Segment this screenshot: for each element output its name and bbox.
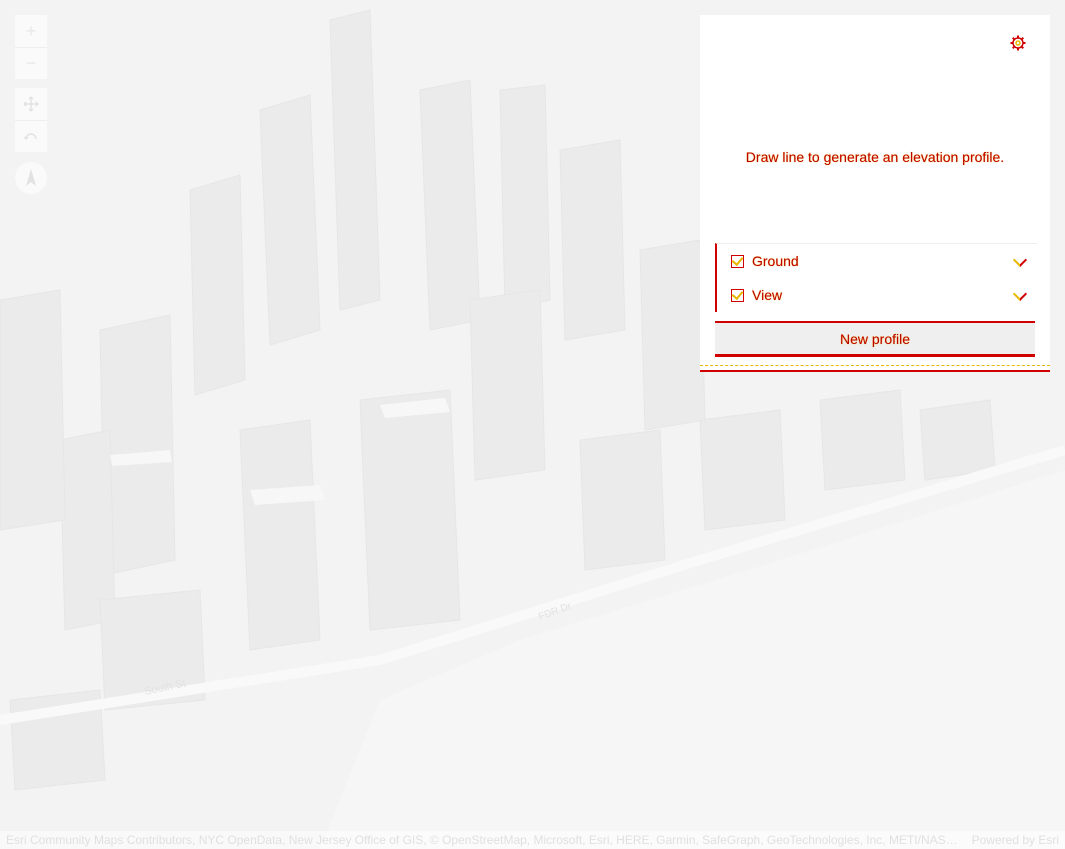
- view-checkbox[interactable]: [731, 288, 744, 302]
- gear-icon: [1010, 35, 1026, 51]
- navigation-toggle: [15, 88, 47, 152]
- profile-label-view: View: [752, 287, 783, 303]
- profile-label-ground: Ground: [752, 253, 799, 269]
- attribution-text[interactable]: Esri Community Maps Contributors, NYC Op…: [6, 833, 960, 847]
- elevation-profile-hint: Draw line to generate an elevation profi…: [745, 149, 1005, 165]
- rotate-button[interactable]: [15, 120, 47, 152]
- elevation-profile-panel: Draw line to generate an elevation profi…: [700, 15, 1050, 372]
- move-icon: [23, 96, 39, 112]
- ground-checkbox[interactable]: [731, 254, 744, 268]
- profile-list: Ground View: [715, 243, 1037, 312]
- chevron-down-icon[interactable]: [1012, 286, 1028, 302]
- profile-row-ground[interactable]: Ground: [717, 244, 1037, 278]
- pan-button[interactable]: [15, 88, 47, 120]
- zoom-controls: + −: [15, 15, 47, 79]
- zoom-out-button[interactable]: −: [15, 47, 47, 79]
- panel-divider: [700, 365, 1050, 372]
- new-profile-button[interactable]: New profile: [715, 321, 1035, 357]
- zoom-in-icon: +: [25, 20, 37, 41]
- rotate-icon: [23, 132, 37, 140]
- powered-by-link[interactable]: Powered by Esri: [972, 833, 1059, 847]
- settings-button[interactable]: [1008, 33, 1028, 53]
- chevron-down-icon[interactable]: [1012, 252, 1028, 268]
- zoom-out-icon: −: [25, 53, 37, 73]
- compass-icon: [26, 169, 36, 186]
- profile-row-view[interactable]: View: [717, 278, 1037, 312]
- zoom-in-button[interactable]: +: [15, 15, 47, 47]
- compass-button[interactable]: [15, 162, 47, 194]
- attribution-bar: Esri Community Maps Contributors, NYC Op…: [0, 831, 1065, 849]
